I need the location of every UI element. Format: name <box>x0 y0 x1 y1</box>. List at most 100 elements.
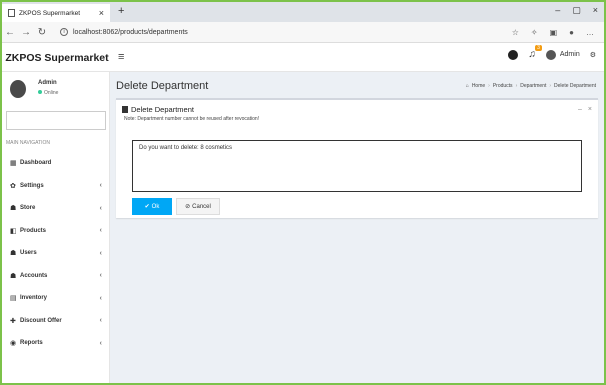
window-controls: – ▢ × <box>555 5 598 16</box>
sidebar-item-label: Reports <box>20 340 43 347</box>
breadcrumb-home[interactable]: Home <box>472 83 485 89</box>
new-tab-button[interactable]: + <box>118 5 124 17</box>
chevron-left-icon: ‹ <box>99 249 102 257</box>
close-icon[interactable]: × <box>588 106 592 113</box>
chevron-left-icon: ‹ <box>99 272 102 280</box>
breadcrumb-products[interactable]: Products <box>493 83 513 89</box>
favorite-star-icon[interactable]: ☆ <box>512 28 519 37</box>
sidebar-item-dashboard[interactable]: ▦ Dashboard <box>2 152 110 175</box>
box-title-text: Delete Department <box>131 105 194 114</box>
browser-toolbar: ☆ ✧ ▣ ● … <box>512 28 594 37</box>
sidebar-search-input[interactable] <box>6 111 106 130</box>
address-bar: ← → ↻ i localhost:8062/products/departme… <box>2 22 604 43</box>
products-icon: ◧ <box>10 227 17 235</box>
cancel-label: Cancel <box>192 203 211 210</box>
sidebar-item-label: Discount Offer <box>20 317 62 324</box>
page-icon <box>8 9 15 17</box>
trash-icon <box>122 106 128 113</box>
breadcrumb-separator: › <box>515 83 518 89</box>
collapse-icon[interactable]: – <box>578 106 582 113</box>
sidebar-item-inventory[interactable]: ▤ Inventory ‹ <box>2 287 110 310</box>
gears-icon[interactable]: ⚙ <box>590 51 596 59</box>
close-tab-icon[interactable]: × <box>99 8 104 18</box>
online-dot-icon <box>38 90 42 94</box>
app-header: ZKPOS Supermarket ≡ ♫ 3 Admin ⚙ <box>2 43 604 72</box>
nav-list: ▦ Dashboard ✿ Settings ‹ ☗ Store ‹ ◧ Pro… <box>2 152 110 355</box>
cancel-button[interactable]: ⊘ Cancel <box>176 198 220 215</box>
sidebar-item-settings[interactable]: ✿ Settings ‹ <box>2 175 110 198</box>
user-panel: Admin Online <box>2 72 110 110</box>
delete-department-box: Delete Department Note: Department numbe… <box>116 98 598 218</box>
nav-header: MAIN NAVIGATION <box>6 140 50 146</box>
sidebar: Admin Online MAIN NAVIGATION ▦ Dashboard… <box>2 72 110 383</box>
brand-logo[interactable]: ZKPOS Supermarket <box>2 43 112 72</box>
ban-icon: ⊘ <box>185 204 191 210</box>
back-icon[interactable]: ← <box>2 27 18 38</box>
ok-button[interactable]: ✔ Ok <box>132 198 172 215</box>
sidebar-item-label: Inventory <box>20 295 48 302</box>
page-title: Delete Department <box>116 80 209 92</box>
github-icon[interactable] <box>508 49 519 60</box>
favorites-icon[interactable]: ✧ <box>531 28 538 37</box>
close-window-button[interactable]: × <box>593 5 598 16</box>
sidebar-item-label: Dashboard <box>20 160 52 167</box>
menu-toggle-icon[interactable]: ≡ <box>118 51 124 63</box>
accounts-icon: ☗ <box>10 272 17 280</box>
action-buttons: ✔ Ok ⊘ Cancel <box>132 198 220 215</box>
breadcrumb-current: Delete Department <box>554 83 596 89</box>
sidebar-item-label: Products <box>20 227 47 234</box>
user-menu[interactable]: Admin <box>545 49 580 60</box>
inventory-icon: ▤ <box>10 295 17 303</box>
sidebar-item-label: Users <box>20 250 37 257</box>
notification-badge: 3 <box>535 45 542 51</box>
url-field[interactable]: i localhost:8062/products/departments <box>60 28 188 36</box>
box-note: Note: Department number cannot be reused… <box>124 116 260 122</box>
chevron-left-icon: ‹ <box>99 317 102 325</box>
eye-icon: ◉ <box>10 340 17 348</box>
chevron-left-icon: ‹ <box>99 294 102 302</box>
home-icon: ⌂ <box>465 83 469 89</box>
box-tools: – × <box>578 106 592 113</box>
collections-icon[interactable]: ▣ <box>550 28 558 37</box>
chevron-left-icon: ‹ <box>99 204 102 212</box>
dashboard-icon: ▦ <box>10 160 17 168</box>
browser-tab-bar: ZKPOS Supermarket × + – ▢ × <box>2 2 604 22</box>
store-icon: ☗ <box>10 205 17 213</box>
sidebar-item-accounts[interactable]: ☗ Accounts ‹ <box>2 265 110 288</box>
sidebar-item-label: Store <box>20 205 36 212</box>
sidebar-item-store[interactable]: ☗ Store ‹ <box>2 197 110 220</box>
info-icon[interactable]: i <box>60 28 68 36</box>
minimize-button[interactable]: – <box>555 5 560 16</box>
sidebar-item-label: Accounts <box>20 272 48 279</box>
chevron-left-icon: ‹ <box>99 227 102 235</box>
more-icon[interactable]: … <box>586 28 594 37</box>
user-menu-label: Admin <box>559 51 580 58</box>
refresh-icon[interactable]: ↻ <box>34 27 50 38</box>
check-icon: ✔ <box>144 204 150 210</box>
avatar <box>10 80 26 98</box>
breadcrumb-separator: › <box>488 83 490 89</box>
header-actions: ♫ 3 Admin ⚙ <box>508 45 596 60</box>
sidebar-item-reports[interactable]: ◉ Reports ‹ <box>2 332 110 355</box>
sidebar-item-users[interactable]: ☗ Users ‹ <box>2 242 110 265</box>
url-text: localhost:8062/products/departments <box>73 28 188 36</box>
box-title: Delete Department <box>122 105 194 114</box>
breadcrumb: ⌂ Home › Products › Department › Delete … <box>466 83 596 89</box>
notifications-bell-icon[interactable]: ♫ 3 <box>528 45 542 60</box>
tab-title: ZKPOS Supermarket <box>19 9 81 17</box>
settings-icon: ✿ <box>10 182 16 190</box>
sidebar-item-discount-offer[interactable]: ✚ Discount Offer ‹ <box>2 310 110 333</box>
maximize-button[interactable]: ▢ <box>572 5 581 16</box>
user-avatar <box>545 49 556 60</box>
profile-icon[interactable]: ● <box>569 28 574 37</box>
forward-icon[interactable]: → <box>18 27 34 38</box>
browser-tab[interactable]: ZKPOS Supermarket × <box>2 4 110 22</box>
breadcrumb-department[interactable]: Department <box>520 83 546 89</box>
chevron-left-icon: ‹ <box>99 182 102 190</box>
sidebar-item-products[interactable]: ◧ Products ‹ <box>2 220 110 243</box>
main-content: Delete Department ⌂ Home › Products › De… <box>110 72 604 383</box>
users-icon: ☗ <box>10 250 17 258</box>
sidebar-item-label: Settings <box>20 182 44 189</box>
breadcrumb-separator: › <box>549 83 552 89</box>
user-status-label: Online <box>44 90 59 96</box>
